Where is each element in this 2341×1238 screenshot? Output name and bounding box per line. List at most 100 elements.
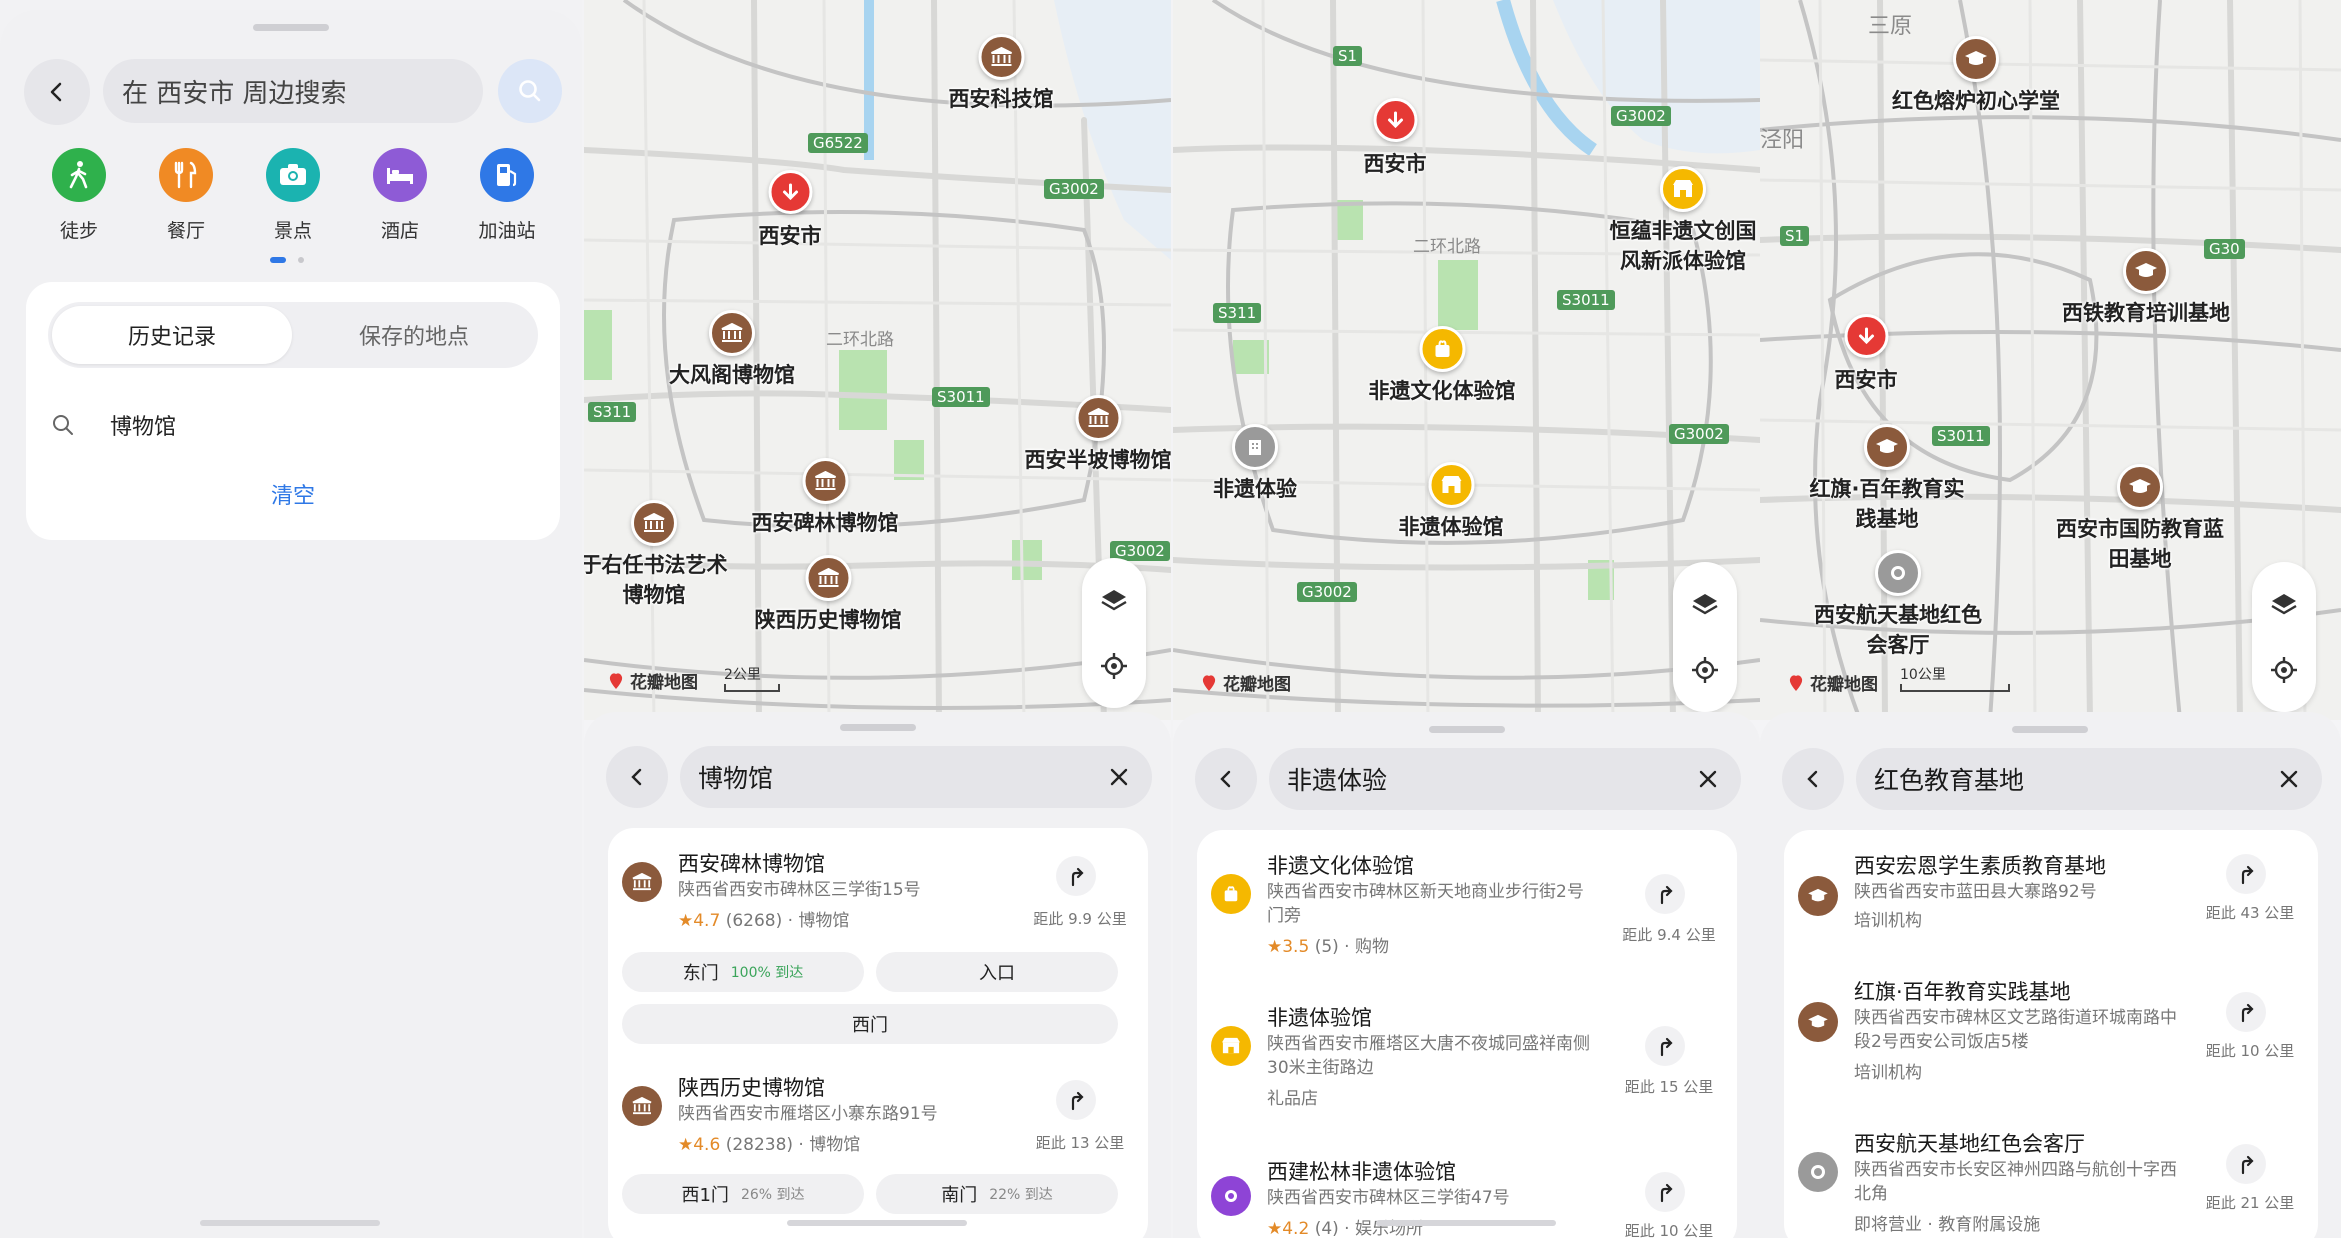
poi-name: 西铁教育培训基地 (2062, 301, 2230, 325)
category-restaurant[interactable]: 餐厅 (141, 148, 231, 243)
layers-button[interactable] (2252, 572, 2316, 636)
poi-marker[interactable]: 红旗·百年教育实践基地 (1802, 424, 1972, 534)
search-button[interactable] (498, 59, 562, 123)
poi-marker[interactable]: 西铁教育培训基地 (2062, 248, 2230, 328)
petal-maps-logo-icon (609, 672, 623, 689)
result-distance: 距此 10 公里 (1624, 1222, 1714, 1238)
segmented-tabs: 历史记录 保存的地点 (48, 302, 538, 368)
poi-marker[interactable]: 恒蕴非遗文创国风新派体验馆 (1608, 166, 1758, 276)
result-title: 西建松林非遗体验馆 (1267, 1160, 1456, 1184)
locate-button[interactable] (2252, 638, 2316, 702)
gate-arrival-rate: 100% 到达 (730, 965, 804, 981)
city-marker[interactable]: 西安市 (1364, 98, 1427, 178)
graduation-cap-icon (2123, 248, 2169, 294)
gate-option[interactable]: 南门 22% 到达 (876, 1174, 1118, 1214)
poi-name: 西安市国防教育蓝田基地 (2056, 517, 2224, 571)
layers-button[interactable] (1082, 568, 1146, 632)
search-input[interactable]: 非遗体验 (1269, 748, 1741, 810)
gate-label: 西1门 (681, 1185, 729, 1206)
drag-handle[interactable] (2012, 726, 2088, 733)
poi-marker[interactable]: 西安碑林博物馆 (752, 458, 899, 538)
search-input[interactable]: 博物馆 (680, 746, 1152, 808)
museum-icon (805, 555, 851, 601)
result-reviews: (6268) · 博物馆 (725, 911, 850, 931)
scale-bar (1900, 684, 2010, 692)
navigate-button[interactable] (1645, 1026, 1685, 1066)
route-arrow-icon (1660, 885, 1673, 905)
navigate-button[interactable] (2226, 854, 2266, 894)
tab-saved-places[interactable]: 保存的地点 (294, 306, 534, 364)
poi-marker[interactable]: 非遗体验馆 (1399, 462, 1504, 542)
result-address: 陕西省西安市碑林区三学街15号 (678, 880, 921, 900)
map-view[interactable]: S1 G30 S3011 三原 泾阳 红色熔炉初心学堂 西铁教育培训基地 西安市… (1760, 0, 2341, 720)
result-address: 陕西省西安市雁塔区小寨东路91号 (678, 1104, 938, 1124)
city-marker[interactable]: 西安市 (1835, 314, 1898, 394)
result-category: 培训机构 (1854, 911, 1922, 931)
gift-icon (1419, 326, 1465, 372)
result-distance: 距此 15 公里 (1624, 1078, 1714, 1096)
search-input[interactable]: 在 西安市 周边搜索 (103, 59, 483, 123)
history-item[interactable]: 博物馆 (46, 402, 526, 448)
home-indicator (787, 1220, 967, 1226)
gate-option[interactable]: 入口 (876, 952, 1118, 992)
back-button[interactable] (1195, 748, 1257, 810)
shop-icon (1211, 1026, 1251, 1066)
poi-name: 西安航天基地红色会客厅 (1814, 603, 1982, 657)
navigate-button[interactable] (1056, 856, 1096, 896)
gate-arrival-rate: 26% 到达 (740, 1187, 805, 1203)
graduation-cap-icon (1798, 1002, 1838, 1042)
clear-history-button[interactable]: 清空 (26, 478, 560, 510)
poi-marker[interactable]: 非遗文化体验馆 (1369, 326, 1516, 406)
road-tag: S1 (1780, 226, 1810, 246)
poi-marker[interactable]: 西安航天基地红色会客厅 (1813, 550, 1983, 660)
clear-search-button[interactable] (1104, 762, 1134, 792)
locate-button[interactable] (1673, 638, 1737, 702)
route-arrow-icon (1071, 867, 1084, 887)
navigate-button[interactable] (1645, 874, 1685, 914)
category-gas-station[interactable]: 加油站 (462, 148, 552, 243)
clear-search-button[interactable] (2274, 764, 2304, 794)
city-marker[interactable]: 西安市 (759, 170, 822, 250)
poi-marker[interactable]: 大风阁博物馆 (669, 310, 795, 390)
locate-button[interactable] (1082, 634, 1146, 698)
category-hotel[interactable]: 酒店 (355, 148, 445, 243)
search-query: 非遗体验 (1287, 766, 1388, 795)
clear-search-button[interactable] (1693, 764, 1723, 794)
gate-option[interactable]: 西门 (622, 1004, 1118, 1044)
result-distance: 距此 13 公里 (1035, 1134, 1125, 1152)
road-tag: S311 (1213, 303, 1262, 323)
poi-name: 大风阁博物馆 (669, 363, 795, 387)
navigate-button[interactable] (1056, 1080, 1096, 1120)
navigate-button[interactable] (1645, 1172, 1685, 1212)
poi-marker[interactable]: 非遗体验 (1213, 424, 1297, 504)
layers-button[interactable] (1673, 572, 1737, 636)
poi-marker[interactable]: 西安市国防教育蓝田基地 (2055, 464, 2225, 574)
drag-handle[interactable] (1429, 726, 1505, 733)
navigate-button[interactable] (2226, 992, 2266, 1032)
navigate-button[interactable] (2226, 1144, 2266, 1184)
back-button[interactable] (606, 746, 668, 808)
poi-marker[interactable]: 西安半坡博物馆 (1025, 395, 1171, 475)
back-button[interactable] (1782, 748, 1844, 810)
search-input[interactable]: 红色教育基地 (1856, 748, 2322, 810)
drag-handle[interactable] (840, 724, 916, 731)
results-list: 非遗文化体验馆 陕西省西安市碑林区新天地商业步行街2号门旁 ★3.5 (5) ·… (1197, 830, 1737, 1238)
category-walk[interactable]: 徒步 (34, 148, 124, 243)
category-label: 酒店 (380, 220, 419, 242)
page-indicator (270, 257, 310, 263)
gate-option[interactable]: 西1门 26% 到达 (622, 1174, 864, 1214)
poi-marker[interactable]: 陕西历史博物馆 (755, 555, 902, 635)
poi-marker[interactable]: 西安科技馆 (949, 34, 1054, 114)
results-sheet: 博物馆 西安碑林博物馆 陕西省西安市碑林区三学街15号 ★4.7 (6268) … (584, 712, 1171, 1238)
back-button[interactable] (24, 59, 90, 125)
map-view[interactable]: S1 G3002 S3011 S311 G3002 G3002 二环北路 西安市… (1173, 0, 1760, 720)
map-view[interactable]: G6522 G3002 S3011 S311 G3002 二环北路 西安科技馆 … (584, 0, 1171, 720)
poi-marker[interactable]: 红色熔炉初心学堂 (1892, 36, 2060, 116)
gate-option[interactable]: 东门 100% 到达 (622, 952, 864, 992)
result-address: 陕西省西安市雁塔区大唐不夜城同盛祥南侧30米主街路边 (1267, 1034, 1590, 1078)
poi-marker[interactable]: 于右任书法艺术博物馆 (584, 500, 729, 610)
results-sheet: 非遗体验 非遗文化体验馆 陕西省西安市碑林区新天地商业步行街2号门旁 ★3.5 … (1173, 712, 1760, 1238)
tab-history[interactable]: 历史记录 (52, 306, 292, 364)
drag-handle[interactable] (253, 24, 329, 31)
category-scenic[interactable]: 景点 (248, 148, 338, 243)
